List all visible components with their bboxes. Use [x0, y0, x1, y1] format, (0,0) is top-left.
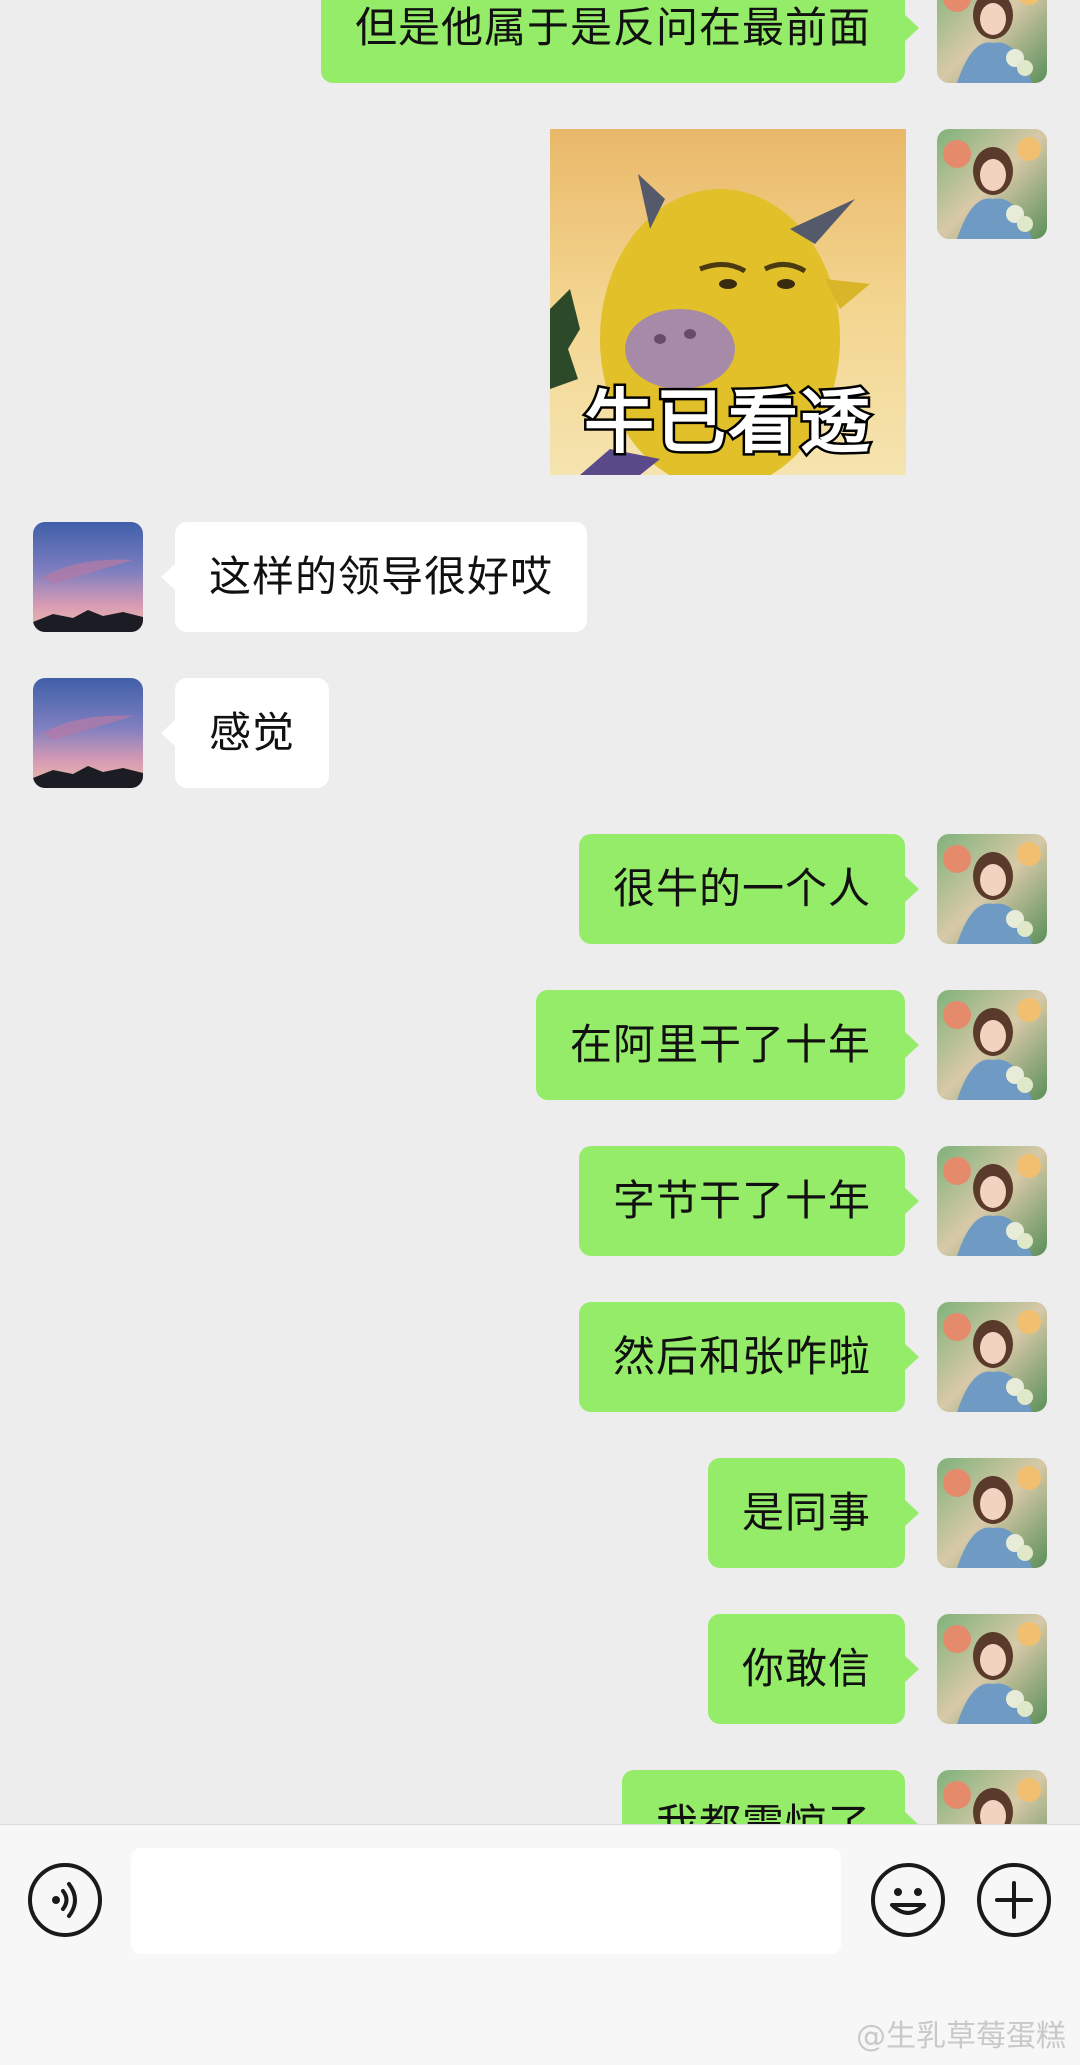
chat-area[interactable]: 但是他属于是反问在最前面 牛已看透 这样的领导很好哎 感觉 很牛的一个人 在阿里… [0, 0, 1080, 1824]
message-text: 在阿里干了十年 [569, 1020, 871, 1069]
sticker-caption: 牛已看透 [582, 379, 873, 466]
watermark-text: @生乳草莓蛋糕 [856, 2019, 1066, 2054]
message-bubble[interactable]: 这样的领导很好哎 [160, 522, 588, 632]
message-bubble[interactable]: 感觉 [160, 678, 330, 788]
message-text: 这样的领导很好哎 [209, 552, 554, 601]
girl-avatar-image [937, 129, 1047, 239]
girl-avatar-image [937, 1146, 1047, 1256]
message-text: 但是他属于是反问在最前面 [354, 3, 871, 52]
message-text: 然后和张咋啦 [612, 1332, 871, 1381]
message-text: 感觉 [209, 708, 296, 757]
message-text: 是同事 [741, 1488, 871, 1537]
girl-avatar-image [937, 1770, 1047, 1824]
voice-button[interactable] [28, 1863, 102, 1937]
message-bubble[interactable]: 是同事 [707, 1458, 920, 1568]
input-bar: @生乳草莓蛋糕 [0, 1824, 1080, 2065]
sunset-avatar-image [33, 522, 143, 632]
contact-avatar[interactable] [33, 522, 143, 632]
message-bubble[interactable]: 然后和张咋啦 [578, 1302, 920, 1412]
my-avatar[interactable] [937, 1770, 1047, 1824]
girl-avatar-image [937, 1302, 1047, 1412]
contact-avatar[interactable] [33, 678, 143, 788]
girl-avatar-image [937, 1614, 1047, 1724]
message-bubble[interactable]: 但是他属于是反问在最前面 [320, 0, 920, 83]
message-bubble[interactable]: 字节干了十年 [578, 1146, 920, 1256]
my-avatar[interactable] [937, 990, 1047, 1100]
message-bubble[interactable]: 很牛的一个人 [578, 834, 920, 944]
girl-avatar-image [937, 990, 1047, 1100]
my-avatar[interactable] [937, 129, 1047, 239]
message-text: 很牛的一个人 [612, 864, 871, 913]
my-avatar[interactable] [937, 1302, 1047, 1412]
message-bubble[interactable]: 你敢信 [707, 1614, 920, 1724]
message-text: 字节干了十年 [612, 1176, 871, 1225]
plus-button[interactable] [977, 1863, 1051, 1937]
message-bubble[interactable]: 我都震惊了 [621, 1770, 920, 1824]
my-avatar[interactable] [937, 0, 1047, 83]
my-avatar[interactable] [937, 1146, 1047, 1256]
girl-avatar-image [937, 0, 1047, 83]
girl-avatar-image [937, 834, 1047, 944]
message-text: 我都震惊了 [656, 1800, 871, 1824]
emoji-icon [890, 1888, 926, 1915]
voice-icon [52, 1882, 77, 1918]
message-bubble[interactable]: 在阿里干了十年 [535, 990, 920, 1100]
sticker-image[interactable]: 牛已看透 [550, 129, 906, 475]
plus-icon [995, 1881, 1033, 1919]
sunset-avatar-image [33, 678, 143, 788]
message-text: 你敢信 [741, 1644, 871, 1693]
girl-avatar-image [937, 1458, 1047, 1568]
message-input[interactable] [131, 1848, 841, 1954]
my-avatar[interactable] [937, 1458, 1047, 1568]
my-avatar[interactable] [937, 1614, 1047, 1724]
my-avatar[interactable] [937, 834, 1047, 944]
emoji-button[interactable] [871, 1863, 945, 1937]
